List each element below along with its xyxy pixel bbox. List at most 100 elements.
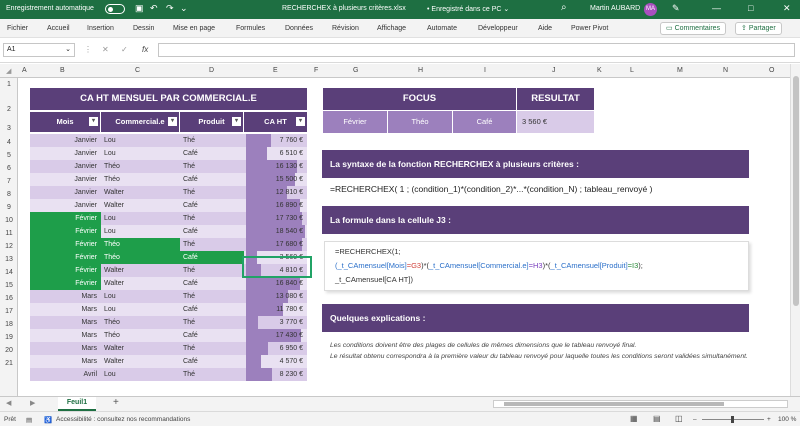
menu-automate[interactable]: Automate [427, 25, 457, 32]
row-number[interactable]: 21 [0, 357, 18, 370]
tab-next-icon[interactable]: ▶ [30, 399, 35, 407]
cell-ca-ht[interactable]: 4 570 € [244, 355, 307, 368]
col-header-a[interactable]: A [22, 67, 27, 74]
row-number[interactable]: 10 [0, 214, 18, 227]
cell-commercial[interactable]: Théo [101, 316, 180, 329]
cell-mois[interactable]: Février [30, 251, 101, 264]
table-row[interactable]: Janvier Walter Café 16 890 € [30, 199, 307, 212]
save-status[interactable]: • Enregistré dans ce PC ⌄ [427, 5, 509, 13]
col-header-d[interactable]: D [209, 67, 214, 74]
menu-revision[interactable]: Révision [332, 25, 359, 32]
cell-produit[interactable]: Thé [180, 212, 244, 225]
cell-mois[interactable]: Mars [30, 355, 101, 368]
cell-produit[interactable]: Café [180, 225, 244, 238]
filter-dropdown-icon[interactable]: ▾ [296, 117, 305, 126]
cell-produit[interactable]: Thé [180, 290, 244, 303]
cell-ca-ht[interactable]: 3 770 € [244, 316, 307, 329]
cell-produit[interactable]: Thé [180, 368, 244, 381]
cell-produit[interactable]: Thé [180, 134, 244, 147]
col-header-m[interactable]: M [677, 67, 683, 74]
col-header-c[interactable]: C [135, 67, 140, 74]
table-row[interactable]: Janvier Théo Café 15 500 € [30, 173, 307, 186]
cell-commercial[interactable]: Walter [101, 199, 180, 212]
cell-produit[interactable]: Café [180, 251, 244, 264]
cell-produit[interactable]: Café [180, 147, 244, 160]
cell-commercial[interactable]: Lou [101, 225, 180, 238]
cell-produit[interactable]: Café [180, 329, 244, 342]
table-row[interactable]: Mars Lou Café 11 780 € [30, 303, 307, 316]
cell-mois[interactable]: Janvier [30, 160, 101, 173]
filter-dropdown-icon[interactable]: ▾ [232, 117, 241, 126]
cell-commercial[interactable]: Lou [101, 212, 180, 225]
menu-power-pivot[interactable]: Power Pivot [571, 25, 608, 32]
menu-formules[interactable]: Formules [236, 25, 265, 32]
header-commercial[interactable]: Commercial.e ▾ [101, 112, 179, 132]
row-number[interactable]: 1 [0, 78, 18, 92]
comments-button[interactable]: ▭ Commentaires [660, 22, 727, 35]
cell-produit[interactable]: Café [180, 303, 244, 316]
add-sheet-icon[interactable]: + [113, 397, 119, 408]
col-header-j[interactable]: J [552, 67, 556, 74]
row-number[interactable]: 5 [0, 149, 18, 162]
minimize-icon[interactable]: — [712, 3, 721, 13]
col-header-i[interactable]: I [484, 67, 486, 74]
cell-ca-ht[interactable]: 17 680 € [244, 238, 307, 251]
focus-mois[interactable]: Février [323, 111, 387, 133]
cell-ca-ht[interactable]: 15 500 € [244, 173, 307, 186]
fx-icon[interactable]: fx [142, 45, 148, 54]
cell-produit[interactable]: Café [180, 173, 244, 186]
row-number[interactable]: 12 [0, 240, 18, 253]
save-icon[interactable]: ▣ [135, 3, 144, 14]
table-row[interactable]: Février Lou Thé 17 730 € [30, 212, 307, 225]
zoom-level[interactable]: 100 % [778, 416, 796, 423]
row-number[interactable]: 11 [0, 227, 18, 240]
table-row[interactable]: Mars Lou Thé 13 080 € [30, 290, 307, 303]
cell-mois[interactable]: Mars [30, 329, 101, 342]
zoom-in-icon[interactable]: + [767, 416, 771, 423]
horizontal-scrollbar[interactable] [493, 400, 788, 408]
cell-commercial[interactable]: Théo [101, 160, 180, 173]
confirm-icon[interactable]: ✓ [121, 45, 128, 54]
cell-produit[interactable]: Thé [180, 160, 244, 173]
cell-mois[interactable]: Février [30, 238, 101, 251]
tab-feuil1[interactable]: Feuil1 [58, 397, 96, 411]
close-icon[interactable]: ✕ [783, 3, 791, 14]
table-row[interactable]: Janvier Théo Thé 16 130 € [30, 160, 307, 173]
tab-prev-icon[interactable]: ◀ [6, 399, 11, 407]
cell-ca-ht[interactable]: 11 780 € [244, 303, 307, 316]
cell-mois[interactable]: Mars [30, 290, 101, 303]
cell-mois[interactable]: Janvier [30, 134, 101, 147]
cell-commercial[interactable]: Walter [101, 277, 180, 290]
cell-produit[interactable]: Thé [180, 186, 244, 199]
cancel-icon[interactable]: ✕ [102, 45, 109, 54]
cell-ca-ht[interactable]: 13 080 € [244, 290, 307, 303]
page-layout-icon[interactable]: ▤ [653, 414, 661, 423]
cell-mois[interactable]: Février [30, 212, 101, 225]
row-number[interactable]: 2 [0, 98, 18, 122]
table-row[interactable]: Avril Lou Thé 8 230 € [30, 368, 307, 381]
cell-mois[interactable]: Mars [30, 342, 101, 355]
normal-view-icon[interactable]: ▦ [630, 414, 638, 423]
cell-commercial[interactable]: Walter [101, 342, 180, 355]
cell-produit[interactable]: Thé [180, 238, 244, 251]
header-produit[interactable]: Produit ▾ [180, 112, 243, 132]
select-all-corner[interactable]: ◢ [6, 67, 11, 75]
table-row[interactable]: Janvier Lou Café 6 510 € [30, 147, 307, 160]
cell-ca-ht[interactable]: 17 430 € [244, 329, 307, 342]
col-header-e[interactable]: E [273, 67, 278, 74]
cell-produit[interactable]: Café [180, 277, 244, 290]
cell-produit[interactable]: Thé [180, 264, 244, 277]
row-number[interactable]: 18 [0, 318, 18, 331]
autosave-toggle[interactable] [105, 4, 125, 14]
cell-produit[interactable]: Café [180, 355, 244, 368]
cell-mois[interactable]: Mars [30, 303, 101, 316]
zoom-out-icon[interactable]: – [693, 416, 697, 423]
table-row[interactable]: Mars Walter Thé 6 950 € [30, 342, 307, 355]
row-number[interactable]: 14 [0, 266, 18, 279]
cell-ca-ht[interactable]: 12 810 € [244, 186, 307, 199]
cell-ca-ht[interactable]: 7 760 € [244, 134, 307, 147]
cell-commercial[interactable]: Walter [101, 355, 180, 368]
menu-developpeur[interactable]: Développeur [478, 25, 518, 32]
cell-commercial[interactable]: Walter [101, 264, 180, 277]
cell-mois[interactable]: Janvier [30, 173, 101, 186]
